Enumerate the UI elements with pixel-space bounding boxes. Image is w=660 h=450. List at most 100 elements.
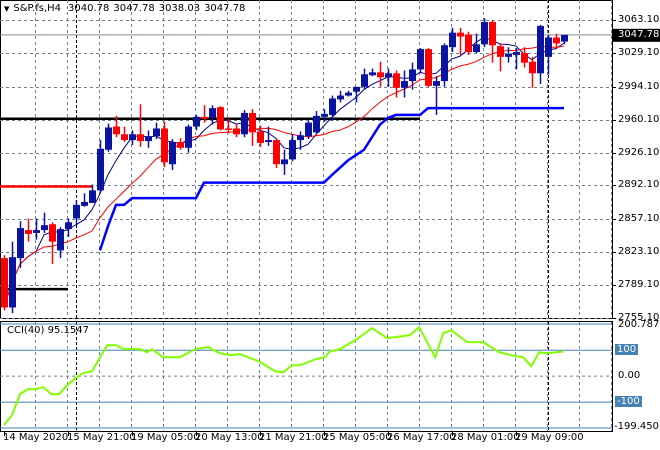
bull-candle (289, 140, 296, 160)
bull-candle (369, 72, 376, 76)
bull-candle (329, 98, 336, 115)
bull-candle (73, 204, 80, 219)
bull-candle (321, 113, 328, 117)
bear-candle (249, 112, 256, 133)
bull-candle (97, 148, 104, 191)
bear-candle (521, 52, 528, 63)
bull-candle (129, 134, 136, 141)
chart-canvas[interactable] (0, 0, 660, 450)
price-axis-label: 2857.10 (618, 213, 660, 225)
cci-axis-top-label: 200.787 (618, 319, 660, 330)
price-axis-label: 2789.10 (618, 279, 660, 291)
bull-candle (105, 127, 112, 150)
bull-candle (145, 136, 152, 142)
bull-candle (505, 53, 512, 57)
cci-axis-minus100-label: -100 (615, 396, 642, 408)
cci-title: CCI(40) 95.1547 (7, 325, 89, 336)
bear-candle (1, 258, 8, 308)
bear-candle (177, 142, 184, 148)
chart-header: ▼ S&P.fs,H4 3040.78 3047.78 3038.03 3047… (4, 3, 245, 14)
bull-candle (345, 92, 352, 96)
bear-candle (489, 22, 496, 46)
bear-candle (121, 134, 128, 141)
bull-candle (9, 257, 16, 308)
bear-candle (529, 61, 536, 74)
bull-candle (481, 22, 488, 45)
price-axis-label: 2994.10 (618, 80, 660, 92)
time-axis-label: 15 May 21:00 (67, 432, 136, 443)
bull-candle (169, 142, 176, 165)
price-axis-label: 3029.10 (618, 46, 660, 58)
time-axis-label: 26 May 17:00 (387, 432, 456, 443)
price-axis-label: 2960.10 (618, 113, 660, 125)
bull-candle (409, 69, 416, 82)
slow-moving-average-line (3, 45, 565, 308)
cci-axis-zero-label: 0.00 (618, 370, 641, 382)
bear-candle (497, 46, 504, 57)
bull-candle (65, 222, 72, 230)
bull-candle (281, 159, 288, 165)
bull-candle (561, 34, 568, 42)
stepped-indicator-line (98, 106, 564, 251)
bull-candle (417, 49, 424, 70)
bull-candle (41, 225, 48, 231)
bear-candle (201, 116, 208, 119)
bear-candle (25, 230, 32, 234)
bull-candle (313, 115, 320, 133)
bull-candle (17, 228, 24, 259)
price-axis-label: 3063.10 (618, 14, 660, 25)
bull-candle (297, 135, 304, 141)
symbol-label: S&P.fs,H4 (13, 3, 61, 14)
time-axis-label: 29 May 09:00 (515, 432, 584, 443)
bull-candle (33, 230, 40, 233)
bull-candle (185, 126, 192, 148)
time-axis-label: 25 May 05:00 (323, 432, 392, 443)
bear-candle (161, 128, 168, 163)
price-axis-label: 2926.10 (618, 146, 660, 158)
time-axis-label: 14 May 2020 (3, 432, 69, 443)
bear-candle (217, 107, 224, 130)
bull-candle (473, 44, 480, 53)
bear-candle (113, 126, 120, 135)
current-price-label: 3047.78 (618, 28, 660, 40)
cci-axis-bottom-label: -199.4507 (614, 421, 660, 432)
main-pane-frame (0, 0, 613, 319)
bull-candle (81, 201, 88, 206)
bull-candle (537, 25, 544, 74)
bull-candle (385, 73, 392, 78)
time-axis-label: 21 May 21:00 (259, 432, 328, 443)
price-axis-label: 2892.10 (618, 179, 660, 191)
bull-candle (241, 112, 248, 135)
collapse-triangle-icon[interactable]: ▼ (4, 5, 9, 13)
time-axis-label: 28 May 01:00 (451, 432, 520, 443)
bull-candle (265, 140, 272, 143)
cci-axis-100-label: 100 (615, 344, 639, 356)
low-value: 3038.03 (158, 3, 201, 14)
bull-candle (545, 37, 552, 57)
bear-candle (137, 134, 144, 142)
bull-candle (361, 74, 368, 87)
high-value: 3047.78 (113, 3, 155, 14)
bear-candle (393, 73, 400, 88)
bear-candle (233, 128, 240, 135)
bear-candle (465, 34, 472, 53)
bear-candle (257, 131, 264, 143)
bull-candle (401, 81, 408, 88)
bull-candle (193, 116, 200, 127)
bull-candle (337, 95, 344, 100)
bear-candle (49, 224, 56, 242)
bull-candle (305, 122, 312, 137)
price-axis-label: 2823.10 (618, 246, 660, 258)
open-value: 3040.78 (67, 3, 110, 14)
bull-candle (353, 86, 360, 92)
bull-candle (57, 229, 64, 251)
bear-candle (225, 128, 232, 130)
bull-candle (441, 45, 448, 82)
bull-candle (89, 190, 96, 203)
bull-candle (513, 52, 520, 55)
bull-candle (153, 128, 160, 137)
bear-candle (377, 72, 384, 78)
bull-candle (433, 81, 440, 86)
bear-candle (457, 32, 464, 37)
bull-candle (209, 108, 216, 118)
